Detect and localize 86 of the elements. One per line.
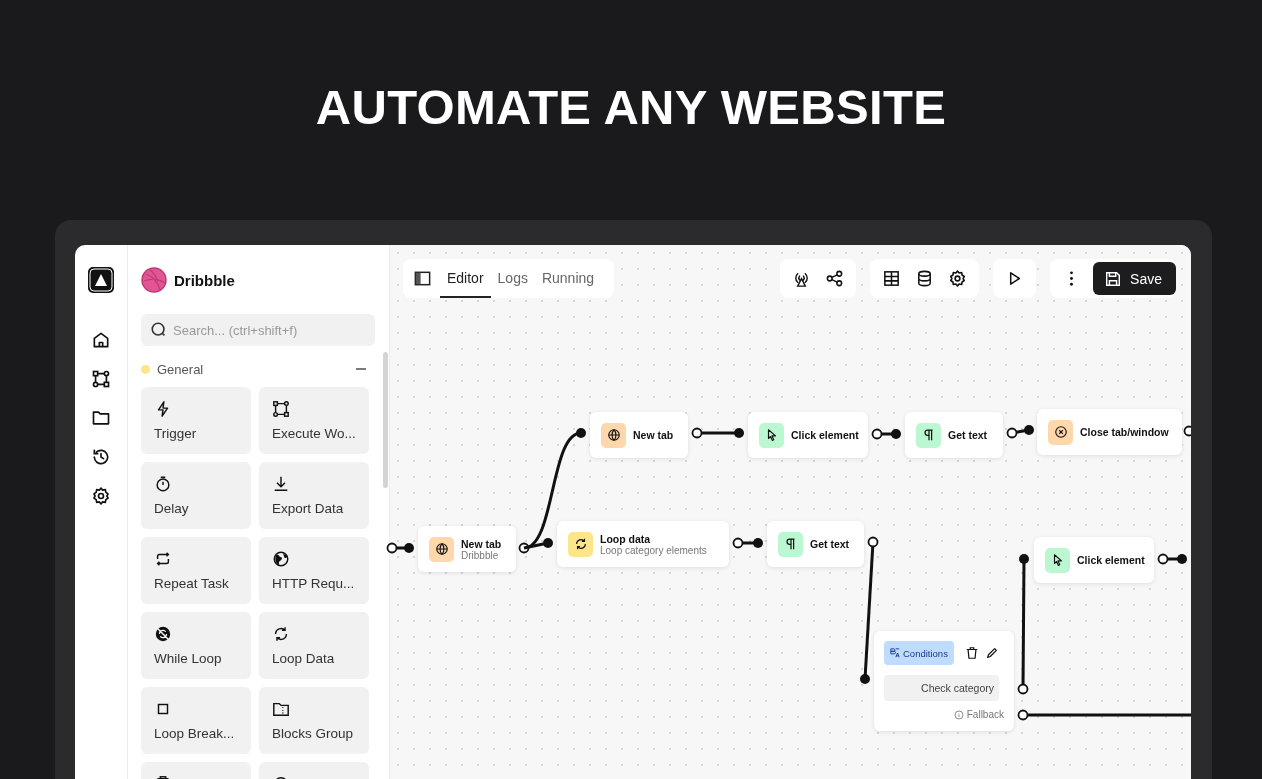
connector [1006,424,1035,439]
node-title: Click element [791,429,859,441]
folder-icon[interactable] [91,408,111,428]
block-label: Loop Data [272,651,336,666]
block-card[interactable]: HTTP Requ... [259,537,369,604]
app-logo-icon [87,266,115,294]
workflow-name: Dribbble [174,271,235,289]
save-button[interactable]: Save [1093,262,1176,295]
table-icon[interactable] [882,269,902,288]
node-title: Get text [948,429,988,441]
translate-icon [890,648,900,658]
block-label: While Loop [154,651,223,666]
block-label: Loop Break... [154,726,236,741]
block-label: Execute Wo... [272,426,357,441]
block-card[interactable]: Trigger [141,387,251,454]
tab[interactable]: Editor [440,259,491,298]
workflow-node[interactable]: Get text [767,521,864,567]
refresh-icon [573,537,588,551]
search-field[interactable]: Search... (ctrl+shift+f) [141,314,375,346]
history-icon[interactable] [91,447,111,467]
workflow-icon[interactable] [91,369,111,389]
workflow-node[interactable]: Get text [905,412,1003,458]
block-card[interactable]: While Loop [141,612,251,679]
refresh-icon [272,625,290,643]
node-title: Click element [1077,554,1145,566]
paragraph-icon [783,537,798,551]
condition-path[interactable]: Check category [884,675,999,701]
tab[interactable]: Running [534,259,602,298]
tab[interactable]: Logs [490,259,535,298]
stopwatch-icon [154,475,172,493]
block-label: Trigger [154,426,198,441]
edit-icon[interactable] [984,646,999,660]
node-title: Get text [810,538,850,550]
home-icon[interactable] [91,330,111,350]
ball-icon [141,267,167,293]
workflow-node[interactable]: Click element [748,412,868,458]
block-card[interactable]: Execute Wo... [259,387,369,454]
loop-icon [154,625,172,643]
conditions-badge: Conditions [884,641,954,665]
search-icon [150,321,168,339]
block-card[interactable]: Blocks Group [259,687,369,754]
node-title: New tab [633,429,674,441]
share-icon[interactable] [825,269,845,288]
connector [1157,553,1188,565]
block-label: Repeat Task [154,576,230,591]
connector [732,537,764,549]
globe-icon [272,550,290,568]
delete-icon[interactable] [964,646,979,660]
settings-icon[interactable] [91,486,111,506]
conditions-node[interactable]: Conditions Check category Fallback [874,631,1014,731]
sidebar-toggle-icon[interactable] [413,269,432,288]
repeat-icon [154,550,172,568]
block-label: Blocks Group [272,726,355,741]
block-card[interactable]: Loop Break... [141,687,251,754]
workflow-node[interactable]: Close tab/window [1037,409,1182,455]
workflow-node[interactable]: Loop data Loop category elements [557,521,729,567]
node-title: New tab [461,537,502,550]
headline: AUTOMATE ANY WEBSITE [315,79,947,135]
node-subtitle: Loop category elements [600,544,707,556]
block-card[interactable]: Export Data [259,462,369,529]
node-subtitle: Dribbble [461,549,500,561]
block-card[interactable]: Repeat Task [141,537,251,604]
connector [691,427,745,439]
globe-icon [434,542,449,556]
workflow-node[interactable]: New tab Dribbble [418,526,516,572]
workflow-icon [272,400,290,418]
block-label: HTTP Requ... [272,576,356,591]
globe-icon [606,428,621,442]
block-card[interactable]: Delay [141,462,251,529]
block-card[interactable]: Loop Data [259,612,369,679]
workflow-node[interactable]: New tab [590,412,688,458]
block-label: Export Data [272,501,345,516]
workflow-node[interactable]: Click element [1034,537,1154,583]
connector [871,428,902,440]
node-title: Close tab/window [1080,426,1169,438]
scrollbar[interactable] [383,352,388,488]
node-title: Loop data [600,532,652,545]
paragraph-icon [921,428,936,442]
folder-icon [272,700,290,718]
block-label: Delay [154,501,190,516]
settings-icon[interactable] [948,269,968,288]
info-icon [953,709,964,720]
close-icon [1053,425,1068,439]
fallback-label: Fallback [953,709,1004,720]
category-label: General [157,361,205,377]
download-icon [272,475,290,493]
